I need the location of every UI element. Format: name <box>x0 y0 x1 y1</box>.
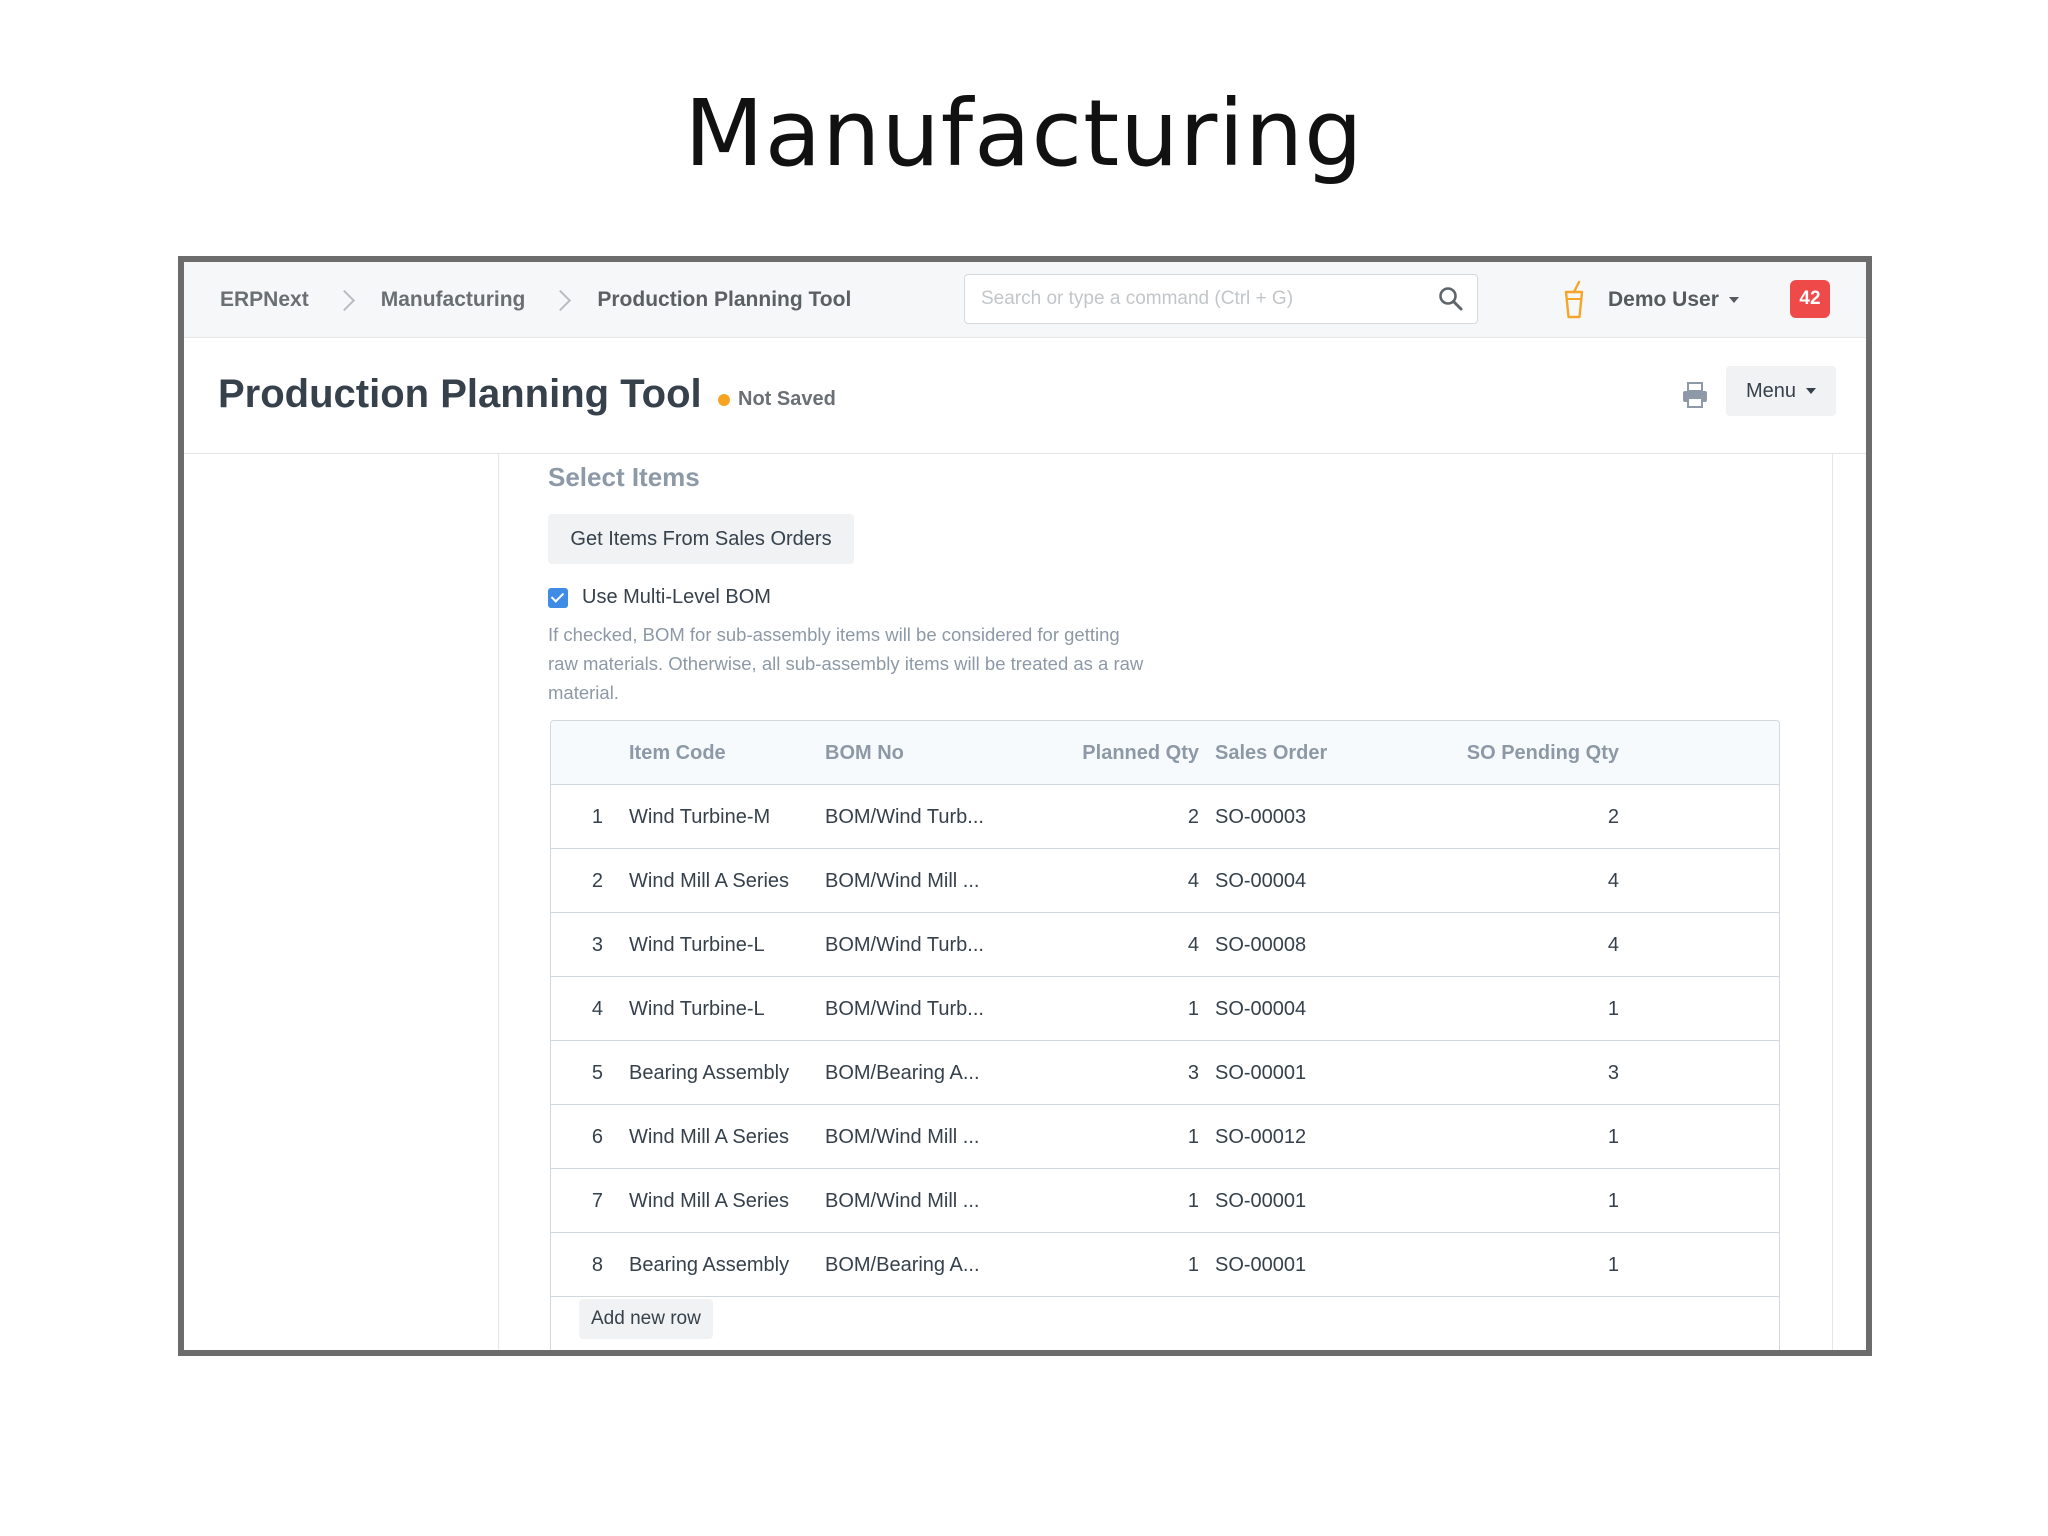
table-row[interactable]: 3 Wind Turbine-L BOM/Wind Turb... 4 SO-0… <box>551 913 1779 977</box>
bolt-icon[interactable] <box>1560 280 1588 320</box>
planned-qty-cell[interactable]: 4 <box>1031 913 1199 977</box>
item-code-cell[interactable]: Wind Mill A Series <box>629 1169 819 1233</box>
table-row[interactable]: 7 Wind Mill A Series BOM/Wind Mill ... 1… <box>551 1169 1779 1233</box>
get-items-from-sales-orders-button[interactable]: Get Items From Sales Orders <box>548 514 854 564</box>
user-name: Demo User <box>1608 288 1719 311</box>
bom-no-cell[interactable]: BOM/Wind Mill ... <box>825 1169 1025 1233</box>
add-new-row-button[interactable]: Add new row <box>579 1299 713 1339</box>
sidebar-divider <box>498 454 499 1350</box>
search-icon[interactable] <box>1438 286 1464 312</box>
table-row[interactable]: 8 Bearing Assembly BOM/Bearing A... 1 SO… <box>551 1233 1779 1297</box>
section-title: Select Items <box>548 462 700 492</box>
planned-qty-cell[interactable]: 1 <box>1031 977 1199 1041</box>
item-code-cell[interactable]: Wind Mill A Series <box>629 849 819 913</box>
table-row[interactable]: 5 Bearing Assembly BOM/Bearing A... 3 SO… <box>551 1041 1779 1105</box>
help-text: If checked, BOM for sub-assembly items w… <box>548 624 1144 703</box>
sales-order-cell[interactable]: SO-00004 <box>1215 849 1395 913</box>
table-row[interactable]: 4 Wind Turbine-L BOM/Wind Turb... 1 SO-0… <box>551 977 1779 1041</box>
sales-order-cell[interactable]: SO-00001 <box>1215 1041 1395 1105</box>
planned-qty-cell[interactable]: 2 <box>1031 785 1199 849</box>
user-menu[interactable]: Demo User <box>1608 262 1739 338</box>
status-text: Not Saved <box>738 388 836 410</box>
table-row[interactable]: 6 Wind Mill A Series BOM/Wind Mill ... 1… <box>551 1105 1779 1169</box>
layout-divider <box>1832 454 1833 1350</box>
item-code-cell[interactable]: Wind Turbine-L <box>629 913 819 977</box>
row-index: 2 <box>591 870 603 892</box>
planned-qty-cell[interactable]: 1 <box>1031 1169 1199 1233</box>
row-index: 4 <box>591 998 603 1020</box>
sales-order-cell[interactable]: SO-00003 <box>1215 785 1395 849</box>
table-row[interactable]: 2 Wind Mill A Series BOM/Wind Mill ... 4… <box>551 849 1779 913</box>
chevron-right-icon <box>555 290 567 310</box>
sales-order-cell[interactable]: SO-00001 <box>1215 1169 1395 1233</box>
menu-button[interactable]: Menu <box>1726 366 1836 416</box>
sales-order-cell[interactable]: SO-00012 <box>1215 1105 1395 1169</box>
bom-no-cell[interactable]: BOM/Wind Turb... <box>825 977 1025 1041</box>
items-table: Item Code BOM No Planned Qty Sales Order… <box>550 720 1780 1350</box>
multi-level-bom-checkbox-row[interactable]: Use Multi-Level BOM <box>548 586 771 609</box>
caret-down-icon <box>1806 388 1817 394</box>
so-pending-qty-cell[interactable]: 1 <box>1401 1169 1619 1233</box>
so-pending-qty-cell[interactable]: 1 <box>1401 1233 1619 1297</box>
sales-order-cell[interactable]: SO-00001 <box>1215 1233 1395 1297</box>
page-title: Production Planning Tool <box>218 372 702 416</box>
item-code-cell[interactable]: Wind Turbine-M <box>629 785 819 849</box>
multi-level-bom-checkbox[interactable] <box>548 587 568 608</box>
app-window: ERPNext Manufacturing Production Plannin… <box>178 256 1872 1356</box>
header-sales-order: Sales Order <box>1215 742 1328 764</box>
search-input[interactable] <box>964 274 1478 324</box>
status-indicator: Not Saved <box>718 388 836 411</box>
row-index: 6 <box>591 1126 603 1148</box>
item-code-cell[interactable]: Bearing Assembly <box>629 1233 819 1297</box>
planned-qty-cell[interactable]: 1 <box>1031 1233 1199 1297</box>
slide-title: Manufacturing <box>684 80 1364 187</box>
row-index: 8 <box>591 1254 603 1276</box>
breadcrumb: ERPNext Manufacturing Production Plannin… <box>220 262 851 338</box>
breadcrumb-production-planning-tool[interactable]: Production Planning Tool <box>597 288 851 312</box>
so-pending-qty-cell[interactable]: 2 <box>1401 785 1619 849</box>
caret-down-icon <box>1728 297 1739 303</box>
checkbox-label: Use Multi-Level BOM <box>582 586 771 608</box>
row-index: 3 <box>591 934 603 956</box>
menu-label: Menu <box>1745 379 1797 402</box>
row-index: 1 <box>591 806 603 828</box>
table-header: Item Code BOM No Planned Qty Sales Order… <box>551 721 1779 785</box>
chevron-right-icon <box>339 290 351 310</box>
header-planned-qty: Planned Qty <box>1082 742 1199 764</box>
so-pending-qty-cell[interactable]: 1 <box>1401 1105 1619 1169</box>
planned-qty-cell[interactable]: 1 <box>1031 1105 1199 1169</box>
navbar: ERPNext Manufacturing Production Plannin… <box>184 262 1866 338</box>
page-head: Production Planning Tool Not Saved Menu <box>184 338 1866 454</box>
row-index: 5 <box>591 1062 603 1084</box>
bom-no-cell[interactable]: BOM/Bearing A... <box>825 1041 1025 1105</box>
table-row[interactable]: 1 Wind Turbine-M BOM/Wind Turb... 2 SO-0… <box>551 785 1779 849</box>
bom-no-cell[interactable]: BOM/Bearing A... <box>825 1233 1025 1297</box>
header-index <box>551 721 603 785</box>
bom-no-cell[interactable]: BOM/Wind Mill ... <box>825 849 1025 913</box>
bom-no-cell[interactable]: BOM/Wind Turb... <box>825 913 1025 977</box>
planned-qty-cell[interactable]: 4 <box>1031 849 1199 913</box>
item-code-cell[interactable]: Bearing Assembly <box>629 1041 819 1105</box>
so-pending-qty-cell[interactable]: 3 <box>1401 1041 1619 1105</box>
bom-no-cell[interactable]: BOM/Wind Mill ... <box>825 1105 1025 1169</box>
so-pending-qty-cell[interactable]: 4 <box>1401 913 1619 977</box>
item-code-cell[interactable]: Wind Mill A Series <box>629 1105 819 1169</box>
breadcrumb-manufacturing[interactable]: Manufacturing <box>381 288 526 312</box>
header-so-pending-qty: SO Pending Qty <box>1466 742 1619 764</box>
bom-no-cell[interactable]: BOM/Wind Turb... <box>825 785 1025 849</box>
header-bom-no: BOM No <box>825 742 904 764</box>
sales-order-cell[interactable]: SO-00004 <box>1215 977 1395 1041</box>
so-pending-qty-cell[interactable]: 4 <box>1401 849 1619 913</box>
sales-order-cell[interactable]: SO-00008 <box>1215 913 1395 977</box>
item-code-cell[interactable]: Wind Turbine-L <box>629 977 819 1041</box>
notification-badge[interactable]: 42 <box>1790 280 1830 318</box>
header-item-code: Item Code <box>629 742 726 764</box>
planned-qty-cell[interactable]: 3 <box>1031 1041 1199 1105</box>
row-index: 7 <box>591 1190 603 1212</box>
status-dot <box>718 393 730 406</box>
breadcrumb-erpnext[interactable]: ERPNext <box>220 288 309 312</box>
so-pending-qty-cell[interactable]: 1 <box>1401 977 1619 1041</box>
print-icon[interactable] <box>1680 380 1710 410</box>
